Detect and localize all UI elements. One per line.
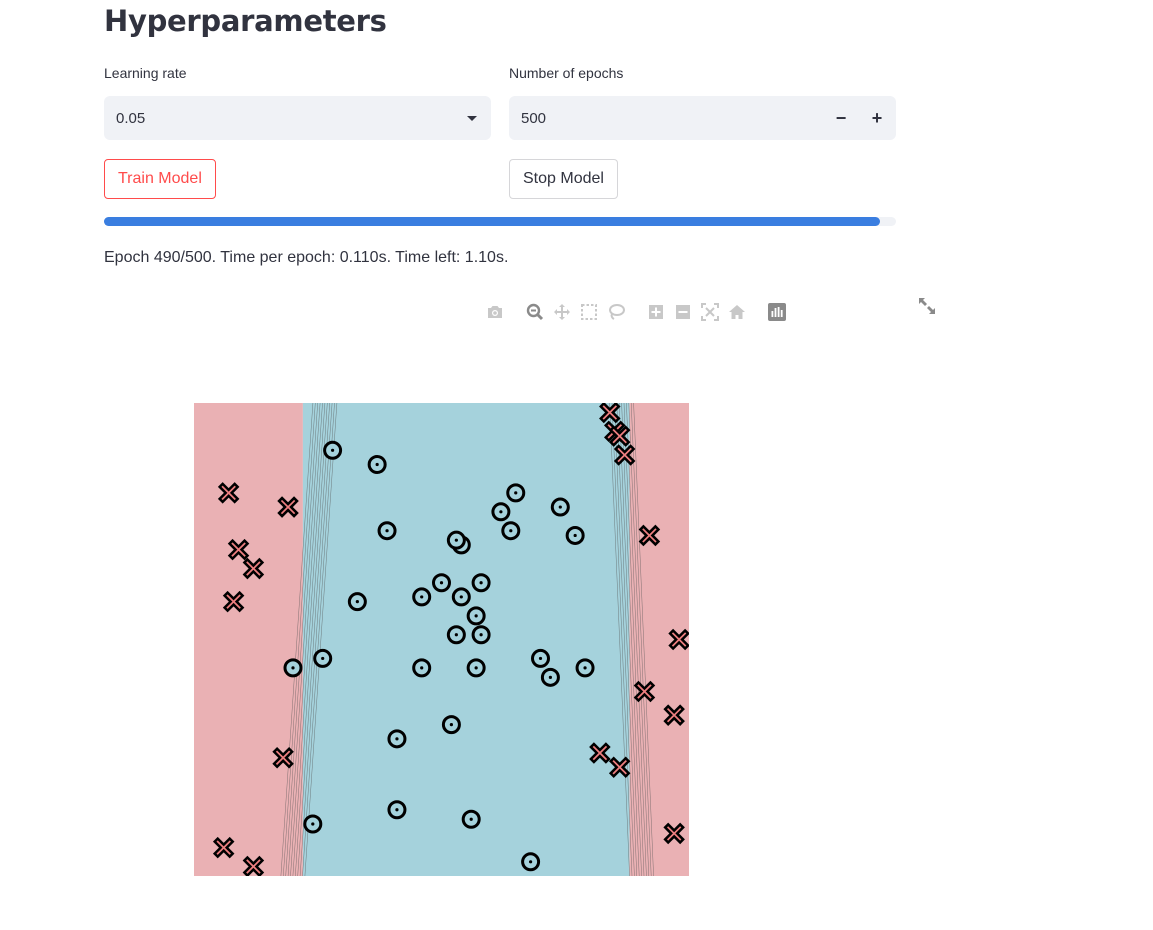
epochs-increment-button[interactable]: + [862, 103, 892, 133]
plot-modebar [483, 302, 789, 322]
lasso-select-icon[interactable] [604, 302, 628, 322]
zoom-icon[interactable] [523, 302, 547, 322]
circle-point-center [395, 808, 399, 812]
train-model-button[interactable]: Train Model [104, 159, 216, 199]
learning-rate-select[interactable]: 0.05 [104, 96, 491, 140]
circle-point-center [420, 666, 424, 670]
decision-boundary-plot [194, 403, 689, 876]
learning-rate-label: Learning rate [104, 65, 187, 81]
circle-point-center [385, 529, 389, 533]
circle-point-center [375, 462, 379, 467]
epochs-value[interactable]: 500 [521, 110, 826, 127]
circle-point-center [449, 723, 453, 727]
zoom-in-icon[interactable] [644, 302, 668, 322]
circle-point-center [454, 633, 458, 637]
circle-point-center [395, 737, 399, 741]
epochs-number-input[interactable]: 500 − + [509, 96, 896, 140]
learning-rate-value: 0.05 [116, 109, 146, 127]
circle-point-center [479, 633, 483, 637]
training-progress-bar [104, 217, 896, 226]
epochs-label: Number of epochs [509, 65, 624, 81]
circle-point-center [459, 595, 463, 599]
circle-point-center [321, 656, 325, 661]
circle-point-center [514, 491, 518, 495]
circle-point-center [499, 510, 503, 514]
training-status-text: Epoch 490/500. Time per epoch: 0.110s. T… [104, 249, 509, 266]
page-title: Hyperparameters [104, 4, 387, 38]
circle-point-center [355, 600, 359, 604]
circle-point-center [474, 614, 478, 618]
circle-point-center [583, 666, 587, 670]
circle-point-center [420, 595, 424, 599]
circle-point-center [454, 538, 458, 542]
circle-point-center [558, 505, 562, 509]
plotly-logo-icon[interactable] [765, 302, 789, 322]
circle-point-center [474, 666, 478, 670]
autoscale-icon[interactable] [698, 302, 722, 322]
fullscreen-icon[interactable] [917, 296, 937, 316]
circle-point-center [509, 529, 513, 533]
circle-point-center [538, 656, 543, 661]
pan-icon[interactable] [550, 302, 574, 322]
class-region-cross [194, 403, 303, 876]
chevron-down-icon [467, 115, 477, 121]
camera-icon[interactable] [483, 302, 507, 322]
circle-point-center [469, 817, 473, 821]
stop-model-button[interactable]: Stop Model [509, 159, 618, 199]
epochs-decrement-button[interactable]: − [826, 103, 856, 133]
circle-point-center [479, 581, 483, 585]
circle-point-center [548, 675, 552, 679]
circle-point-center [529, 860, 533, 864]
box-select-icon[interactable] [577, 302, 601, 322]
circle-point-center [331, 448, 335, 452]
class-region-circle [302, 403, 630, 876]
circle-point-center [291, 666, 295, 670]
circle-point-center [311, 822, 315, 826]
zoom-out-icon[interactable] [671, 302, 695, 322]
circle-point-center [439, 581, 444, 585]
reset-axes-icon[interactable] [725, 302, 749, 322]
progress-fill [104, 217, 881, 226]
circle-point-center [573, 533, 577, 538]
